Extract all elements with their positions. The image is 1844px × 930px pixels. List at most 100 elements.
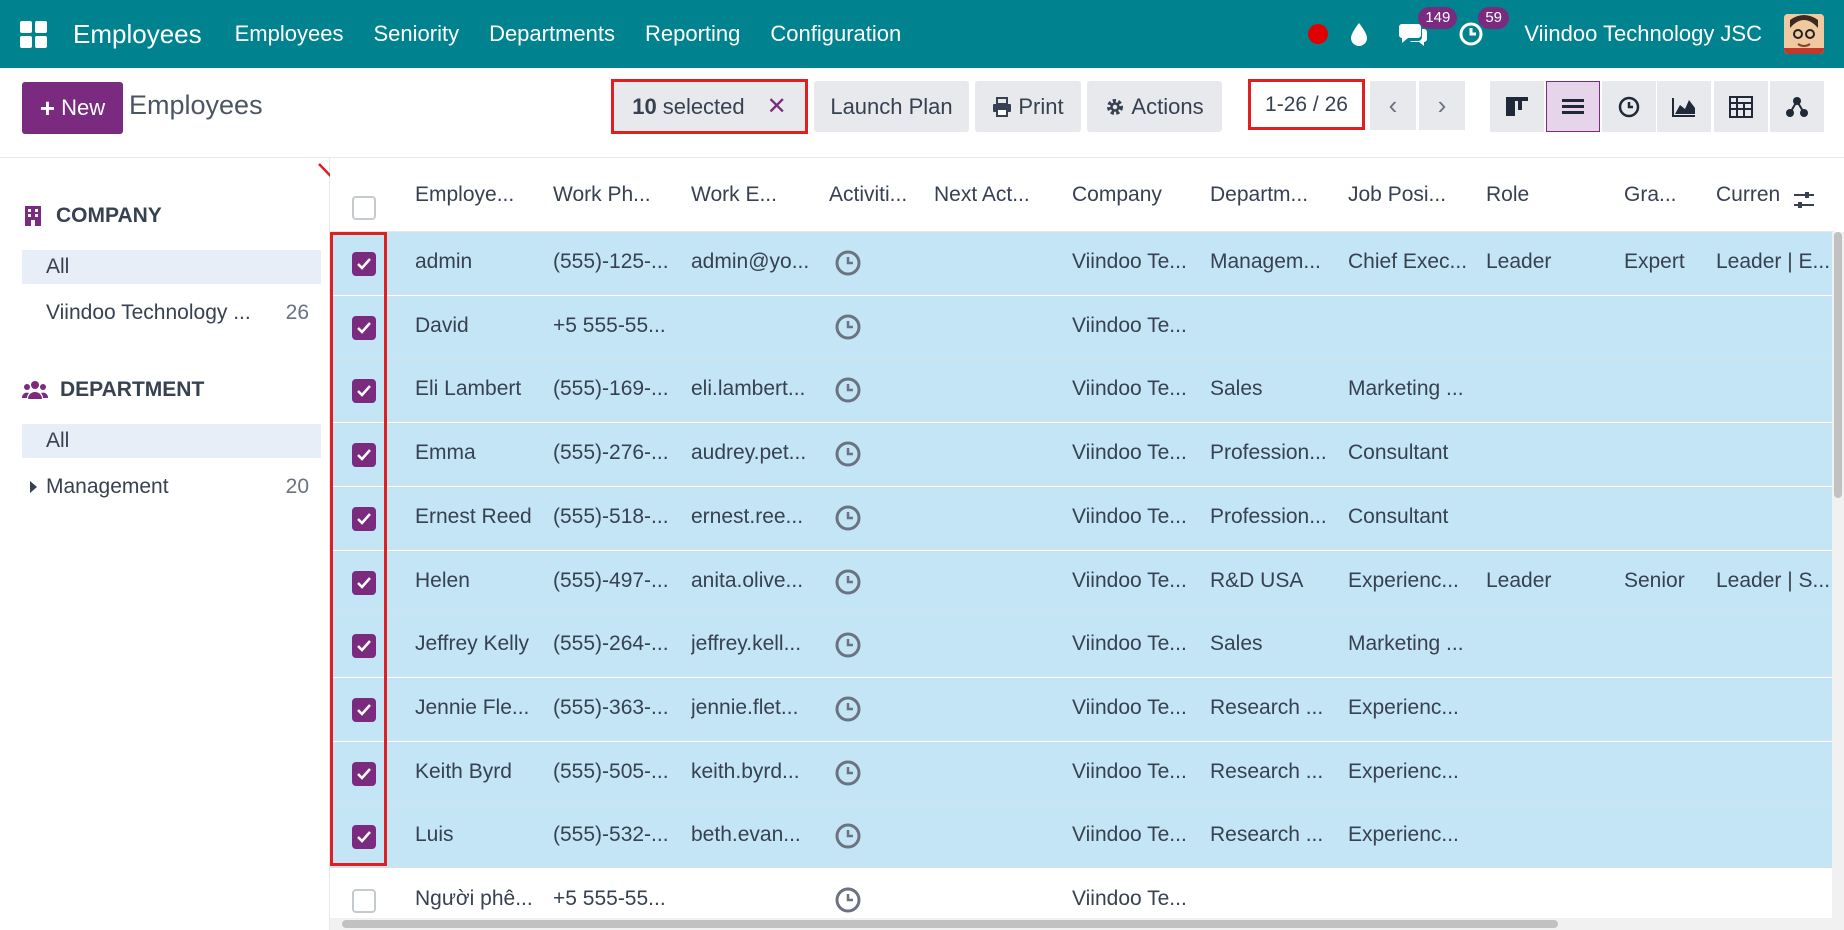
print-button[interactable]: Print (975, 81, 1081, 132)
column-header-work-phone[interactable]: Work Ph... (553, 183, 678, 207)
row-checkbox[interactable] (352, 507, 376, 531)
pivot-view-icon[interactable] (1714, 81, 1768, 132)
column-header-employee[interactable]: Employe... (415, 183, 540, 207)
row-checkbox[interactable] (352, 889, 376, 913)
column-header-work-email[interactable]: Work E... (691, 183, 816, 207)
department-filter-label: Management (46, 475, 169, 498)
department-cell: Research ... (1210, 696, 1324, 719)
hierarchy-view-icon[interactable] (1770, 81, 1824, 132)
apps-menu-icon[interactable] (20, 20, 47, 48)
actions-label: Actions (1131, 93, 1204, 119)
company-section-header: COMPANY (22, 204, 162, 228)
app-brand[interactable]: Employees (73, 19, 202, 50)
row-checkbox[interactable] (352, 698, 376, 722)
column-header-job-position[interactable]: Job Posi... (1348, 183, 1473, 207)
horizontal-scrollbar[interactable] (330, 918, 1832, 930)
work-phone-cell: (555)-363-... (553, 696, 669, 719)
department-filter-management[interactable]: Management 20 (22, 470, 321, 504)
caret-right-icon[interactable] (30, 481, 37, 493)
row-checkbox[interactable] (352, 825, 376, 849)
work-phone-cell: (555)-125-... (553, 250, 669, 273)
row-checkbox[interactable] (352, 762, 376, 786)
vertical-scroll-thumb[interactable] (1834, 232, 1842, 498)
work-email-cell: ernest.ree... (691, 505, 804, 528)
vertical-scrollbar[interactable] (1832, 232, 1844, 930)
messages-icon[interactable]: 149 (1398, 7, 1458, 47)
column-header-role[interactable]: Role (1486, 183, 1611, 207)
pager-previous-icon[interactable]: ‹ (1370, 81, 1416, 130)
table-row[interactable]: Eli Lambert (555)-169-... eli.lambert... Vi… (330, 359, 1834, 422)
table-row[interactable]: Jennie Fle... (555)-363-... jennie.flet...… (330, 678, 1834, 741)
menu-employees[interactable]: Employees (235, 21, 344, 47)
table-row[interactable]: Ernest Reed (555)-518-... ernest.ree... Vii… (330, 487, 1834, 550)
clear-selection-icon[interactable]: ✕ (767, 92, 787, 121)
row-checkbox[interactable] (352, 316, 376, 340)
table-header: Employe... Work Ph... Work E... Activiti… (330, 158, 1834, 232)
company-filter-all[interactable]: All (22, 250, 321, 284)
user-avatar[interactable] (1784, 14, 1824, 54)
activity-clock-icon[interactable] (834, 695, 862, 723)
new-button[interactable]: + New (22, 82, 123, 134)
launch-plan-button[interactable]: Launch Plan (814, 81, 969, 132)
activity-clock-icon[interactable] (834, 313, 862, 341)
activity-clock-icon[interactable] (834, 631, 862, 659)
activity-clock-icon[interactable] (834, 504, 862, 532)
work-email-cell: audrey.pet... (691, 441, 807, 464)
recording-icon[interactable] (1308, 24, 1329, 44)
company-filter-count: 26 (285, 301, 309, 324)
column-header-company[interactable]: Company (1072, 183, 1197, 207)
row-checkbox[interactable] (352, 252, 376, 276)
kanban-view-icon[interactable] (1490, 81, 1544, 132)
table-row[interactable]: Keith Byrd (555)-505-... keith.byrd... Viin… (330, 742, 1834, 805)
table-row[interactable]: Luis (555)-532-... beth.evan... Viindoo Te.… (330, 805, 1834, 868)
table-row[interactable]: Jeffrey Kelly (555)-264-... jeffrey.kell..… (330, 614, 1834, 677)
row-checkbox[interactable] (352, 571, 376, 595)
column-header-department[interactable]: Departm... (1210, 183, 1335, 207)
activity-clock-icon[interactable] (834, 759, 862, 787)
menu-departments[interactable]: Departments (489, 21, 615, 47)
employee-name-cell: David (415, 314, 469, 337)
activity-view-icon[interactable] (1602, 81, 1656, 132)
search-panel: COMPANY All Viindoo Technology ... 26 DE… (0, 158, 330, 930)
select-all-checkbox[interactable] (352, 196, 376, 220)
menu-reporting[interactable]: Reporting (645, 21, 740, 47)
gear-icon (1107, 98, 1124, 115)
menu-seniority[interactable]: Seniority (373, 21, 459, 47)
column-header-current[interactable]: Curren (1716, 183, 1786, 207)
column-header-next-activity[interactable]: Next Act... (934, 183, 1059, 207)
department-filter-all[interactable]: All (22, 424, 321, 458)
graph-view-icon[interactable] (1657, 81, 1711, 132)
table-row[interactable]: Emma (555)-276-... audrey.pet... Viindoo Te… (330, 423, 1834, 486)
selected-count: 10 (632, 93, 657, 119)
checkmark-icon (357, 385, 371, 397)
activity-clock-icon[interactable] (834, 440, 862, 468)
table-row[interactable]: admin (555)-125-... admin@yo... Viindoo Te.… (330, 232, 1834, 295)
pager-next-icon[interactable]: › (1419, 81, 1465, 130)
drop-icon[interactable] (1350, 22, 1368, 46)
activity-clock-icon[interactable] (834, 886, 862, 914)
activity-clock-icon[interactable] (834, 822, 862, 850)
row-checkbox[interactable] (352, 443, 376, 467)
activity-clock-icon[interactable] (834, 376, 862, 404)
activity-clock-icon[interactable] (834, 568, 862, 596)
table-row[interactable]: Helen (555)-497-... anita.olive... Viindoo … (330, 551, 1834, 614)
horizontal-scroll-thumb[interactable] (342, 920, 1558, 928)
company-filter-viindoo[interactable]: Viindoo Technology ... 26 (22, 296, 321, 330)
department-cell: Profession... (1210, 505, 1327, 528)
activity-clock-icon[interactable] (834, 249, 862, 277)
row-checkbox[interactable] (352, 379, 376, 403)
list-view-icon[interactable] (1546, 81, 1600, 132)
pager-value[interactable]: 1-26 / 26 (1248, 79, 1365, 130)
activities-icon[interactable]: 59 (1458, 7, 1509, 47)
column-header-activities[interactable]: Activiti... (829, 183, 924, 207)
table-row[interactable]: David +5 555-55... Viindoo Te... (330, 296, 1834, 359)
menu-configuration[interactable]: Configuration (770, 21, 901, 47)
department-cell: Research ... (1210, 760, 1324, 783)
optional-columns-icon[interactable] (1792, 188, 1816, 212)
company-switcher[interactable]: Viindoo Technology JSC (1524, 21, 1762, 47)
row-checkbox[interactable] (352, 634, 376, 658)
employee-name-cell: Ernest Reed (415, 505, 532, 528)
job-position-cell: Experienc... (1348, 696, 1459, 719)
actions-button[interactable]: Actions (1087, 81, 1222, 132)
job-position-cell: Experienc... (1348, 823, 1459, 846)
